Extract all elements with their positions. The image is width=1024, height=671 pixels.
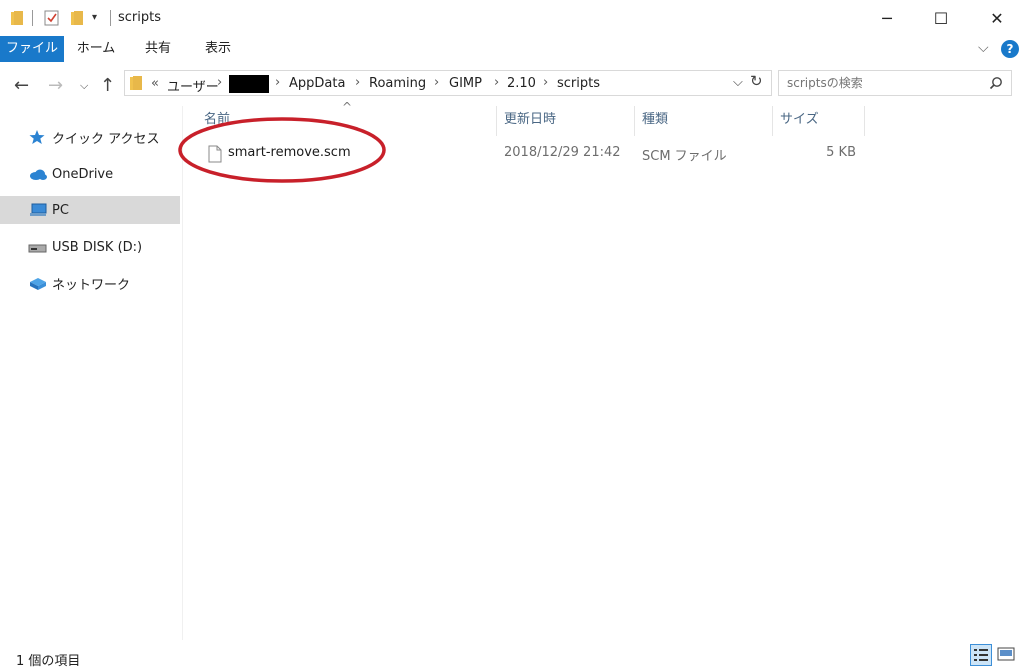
redacted-username[interactable] bbox=[229, 75, 269, 93]
breadcrumb-separator[interactable]: › bbox=[275, 75, 280, 90]
up-button[interactable]: ↑ bbox=[100, 75, 115, 96]
star-icon bbox=[29, 130, 45, 144]
back-button[interactable]: ← bbox=[14, 75, 29, 96]
usb-drive-icon bbox=[28, 244, 47, 253]
sidebar-item-label: ネットワーク bbox=[52, 277, 131, 293]
breadcrumb-overflow[interactable]: « bbox=[151, 76, 159, 91]
new-folder-icon[interactable] bbox=[70, 10, 84, 26]
sidebar-item-network[interactable]: ネットワーク bbox=[0, 269, 180, 297]
breadcrumb-scripts[interactable]: scripts bbox=[557, 76, 600, 91]
sidebar-item-usb-disk[interactable]: USB DISK (D:) bbox=[0, 233, 180, 261]
details-view-icon bbox=[974, 649, 988, 661]
file-type: SCM ファイル bbox=[642, 149, 727, 164]
breadcrumb-separator[interactable]: › bbox=[434, 75, 439, 90]
expand-ribbon-icon[interactable]: ⌵ bbox=[978, 40, 989, 56]
tab-file[interactable]: ファイル bbox=[0, 36, 64, 62]
address-bar[interactable]: « ユーザー › › AppData › Roaming › GIMP › 2.… bbox=[124, 70, 772, 96]
breadcrumb-version[interactable]: 2.10 bbox=[507, 76, 536, 91]
breadcrumb-separator[interactable]: › bbox=[217, 75, 222, 90]
recent-locations-button[interactable]: ⌵ bbox=[80, 79, 88, 93]
file-modified: 2018/12/29 21:42 bbox=[504, 145, 621, 160]
separator bbox=[110, 10, 111, 26]
help-icon[interactable]: ? bbox=[1001, 40, 1019, 58]
breadcrumb-gimp[interactable]: GIMP bbox=[449, 76, 482, 91]
sidebar-item-label: PC bbox=[52, 202, 69, 218]
item-count: 1 個の項目 bbox=[16, 654, 81, 669]
large-icons-view-icon bbox=[997, 647, 1015, 661]
customize-toolbar-icon[interactable]: ▾ bbox=[92, 12, 97, 23]
breadcrumb-separator[interactable]: › bbox=[355, 75, 360, 90]
sidebar-item-quick-access[interactable]: クイック アクセス bbox=[0, 123, 180, 151]
breadcrumb-separator[interactable]: › bbox=[494, 75, 499, 90]
forward-button[interactable]: → bbox=[48, 75, 63, 96]
file-size: 5 KB bbox=[826, 145, 856, 160]
cloud-icon bbox=[30, 169, 47, 180]
column-header-type[interactable]: 種類 bbox=[634, 106, 772, 136]
search-icon[interactable] bbox=[989, 76, 1003, 90]
maximize-button[interactable]: ☐ bbox=[918, 0, 964, 36]
details-view-button[interactable] bbox=[970, 644, 992, 666]
close-button[interactable]: ✕ bbox=[974, 0, 1020, 36]
navigation-pane: クイック アクセス OneDrive PC USB DISK (D:) ネットワ… bbox=[0, 106, 183, 640]
column-divider[interactable] bbox=[864, 106, 865, 136]
tab-home[interactable]: ホーム bbox=[64, 36, 128, 62]
sort-ascending-icon: ^ bbox=[342, 100, 353, 114]
column-header-modified[interactable]: 更新日時 bbox=[496, 106, 634, 136]
annotation-circle bbox=[178, 117, 386, 183]
separator bbox=[32, 10, 33, 26]
properties-icon[interactable] bbox=[44, 10, 60, 26]
sidebar-item-label: USB DISK (D:) bbox=[52, 239, 143, 255]
status-bar bbox=[0, 643, 1024, 671]
folder-icon bbox=[11, 11, 23, 25]
large-icons-view-button[interactable] bbox=[996, 644, 1018, 666]
tab-share[interactable]: 共有 bbox=[128, 36, 188, 62]
ribbon-tabs: ファイル ホーム 共有 表示 ⌵ ? bbox=[0, 36, 1024, 62]
column-header-size[interactable]: サイズ bbox=[772, 106, 864, 136]
breadcrumb-roaming[interactable]: Roaming bbox=[369, 76, 426, 91]
sidebar-item-label: クイック アクセス bbox=[52, 131, 160, 147]
breadcrumb-separator[interactable]: › bbox=[543, 75, 548, 90]
network-icon bbox=[30, 278, 46, 290]
search-box[interactable] bbox=[778, 70, 1012, 96]
window-title: scripts bbox=[118, 10, 161, 25]
computer-icon bbox=[30, 203, 47, 216]
tab-view[interactable]: 表示 bbox=[188, 36, 248, 62]
folder-icon bbox=[130, 76, 142, 90]
sidebar-item-onedrive[interactable]: OneDrive bbox=[0, 160, 180, 188]
sidebar-item-label: OneDrive bbox=[52, 166, 114, 182]
minimize-button[interactable]: ─ bbox=[864, 0, 910, 36]
breadcrumb-appdata[interactable]: AppData bbox=[289, 76, 345, 91]
search-input[interactable] bbox=[787, 75, 987, 91]
sidebar-item-pc[interactable]: PC bbox=[0, 196, 180, 224]
address-dropdown-icon[interactable]: ⌵ bbox=[733, 75, 743, 90]
refresh-icon[interactable]: ↻ bbox=[750, 72, 763, 90]
title-bar: ▾ scripts ─ ☐ ✕ bbox=[0, 0, 1024, 36]
breadcrumb-users[interactable]: ユーザー bbox=[167, 76, 219, 95]
